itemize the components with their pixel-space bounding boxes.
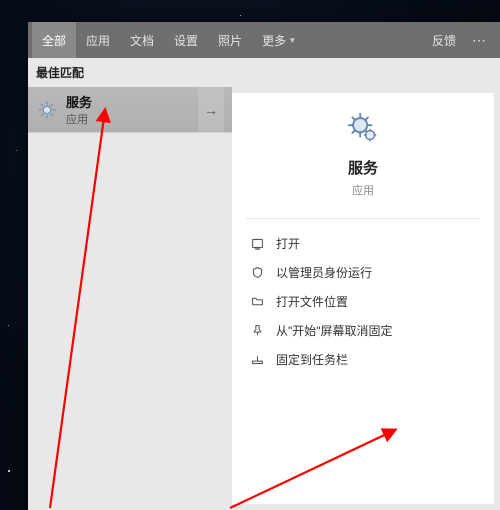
action-unpin-from-start[interactable]: 从"开始"屏幕取消固定: [246, 316, 480, 345]
details-title: 服务: [348, 157, 378, 178]
unpin-icon: [248, 324, 266, 337]
tab-label: 全部: [42, 32, 66, 49]
gear-icon: [346, 111, 380, 145]
open-icon: [248, 237, 266, 250]
gear-icon: [36, 99, 58, 121]
feedback-link[interactable]: 反馈: [424, 32, 464, 49]
tab-label: 设置: [174, 32, 198, 49]
result-item-services[interactable]: 服务 应用 →: [28, 87, 232, 133]
action-label: 固定到任务栏: [276, 351, 348, 368]
arrow-right-icon[interactable]: →: [198, 87, 224, 133]
tab-label: 文档: [130, 32, 154, 49]
overflow-menu-icon[interactable]: ⋯: [464, 32, 496, 49]
result-subtitle: 应用: [66, 111, 92, 127]
action-open-file-location[interactable]: 打开文件位置: [246, 287, 480, 316]
chevron-down-icon: ▾: [290, 35, 295, 46]
details-pane: 服务 应用 打开 以管理员身份运行 打开文件位置 从"开始"屏幕取消固定: [232, 93, 494, 504]
tab-label: 应用: [86, 32, 110, 49]
tab-label: 照片: [218, 32, 242, 49]
tab-photos[interactable]: 照片: [208, 22, 252, 58]
tab-documents[interactable]: 文档: [120, 22, 164, 58]
search-panel: 全部 应用 文档 设置 照片 更多 ▾ 反馈 ⋯ 最佳匹配 服务 应用 →: [28, 22, 500, 510]
action-label: 打开: [276, 235, 300, 252]
pin-icon: [248, 353, 266, 366]
feedback-label: 反馈: [432, 34, 456, 48]
action-pin-to-taskbar[interactable]: 固定到任务栏: [246, 345, 480, 374]
action-label: 从"开始"屏幕取消固定: [276, 322, 393, 339]
action-open[interactable]: 打开: [246, 229, 480, 258]
action-label: 打开文件位置: [276, 293, 348, 310]
shield-icon: [248, 266, 266, 279]
results-list: 服务 应用 →: [28, 87, 232, 510]
action-label: 以管理员身份运行: [276, 264, 372, 281]
folder-icon: [248, 295, 266, 308]
details-subtitle: 应用: [352, 182, 374, 198]
action-run-as-admin[interactable]: 以管理员身份运行: [246, 258, 480, 287]
section-best-match: 最佳匹配: [28, 58, 500, 87]
divider: [246, 218, 480, 219]
tab-apps[interactable]: 应用: [76, 22, 120, 58]
tab-all[interactable]: 全部: [32, 22, 76, 58]
tab-label: 更多: [262, 32, 286, 49]
result-title: 服务: [66, 92, 92, 111]
tab-settings[interactable]: 设置: [164, 22, 208, 58]
search-tabs: 全部 应用 文档 设置 照片 更多 ▾ 反馈 ⋯: [28, 22, 500, 58]
tab-more[interactable]: 更多 ▾: [252, 22, 305, 58]
